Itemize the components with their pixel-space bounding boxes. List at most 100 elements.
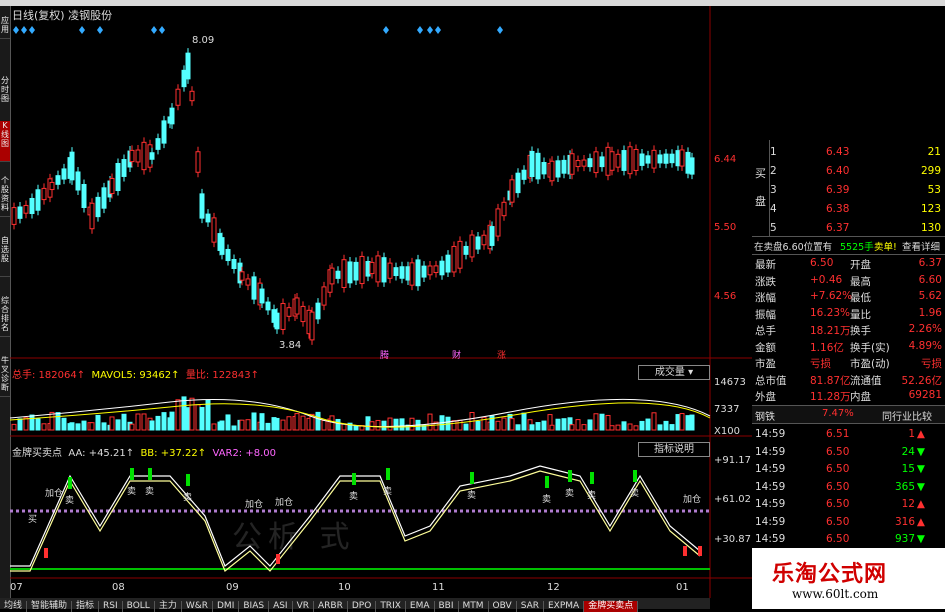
signal-add-2: 加仓 [245, 500, 264, 510]
indicator-tab[interactable]: 智能辅助 [27, 601, 73, 612]
indicator-tab[interactable]: BOLL [123, 601, 155, 612]
event-diamond-icon[interactable] [497, 26, 503, 34]
candle-body [427, 265, 433, 276]
sell-note-button[interactable]: 卖单! [874, 239, 897, 253]
volume-bar [280, 419, 286, 431]
candle-body [315, 302, 321, 320]
event-diamond-icon[interactable] [427, 26, 433, 34]
event-diamond-icon[interactable] [435, 26, 441, 34]
event-label-2[interactable]: 财 [452, 348, 461, 361]
indicator-tab[interactable]: EMA [406, 601, 435, 612]
indicator-tab[interactable]: DMI [213, 601, 240, 612]
quote-row: 市盈 亏损 市盈(动) 亏损 [752, 354, 945, 372]
event-diamond-icon[interactable] [151, 26, 157, 34]
volume-bar [353, 425, 359, 431]
volume-bar [651, 412, 657, 431]
volume-indicator-dropdown[interactable]: 成交量 ▾ [638, 365, 710, 380]
event-diamond-icon[interactable] [383, 26, 389, 34]
industry-bar: 钢铁 7.47% 同行业比较 [752, 405, 945, 424]
volume-bar [251, 412, 257, 431]
indicator-tab[interactable]: EXPMA [544, 601, 585, 612]
side-tab-kline[interactable]: K线图 [0, 121, 10, 162]
indicator-tab[interactable]: 指标 [72, 601, 100, 612]
order-book-row[interactable]: 1 6.43 21 [752, 144, 945, 162]
candle-body [181, 69, 187, 88]
industry-compare-button[interactable]: 同行业比较 [882, 408, 932, 423]
volume-bar [365, 416, 371, 431]
order-book-row[interactable]: 3 6.39 53 [752, 182, 945, 200]
event-diamond-icon[interactable] [21, 26, 27, 34]
indicator-tab[interactable]: ARBR [314, 601, 348, 612]
indicator-tab[interactable]: VR [293, 601, 315, 612]
event-label-3[interactable]: 涨 [497, 348, 506, 361]
indicator-tab[interactable]: TRIX [376, 601, 406, 612]
indicator-tab[interactable]: 主力 [155, 601, 182, 612]
event-diamond-icon[interactable] [159, 26, 165, 34]
kline-chart[interactable]: 卖卖 卖卖卖卖卖卖卖卖卖 [10, 6, 752, 598]
quote-value-1: 6.50 [810, 257, 834, 269]
sell-signal-bar [68, 477, 72, 489]
indicator-tab[interactable]: DPO [348, 601, 377, 612]
sell-signal-bar [352, 473, 356, 485]
candle-body [575, 160, 581, 168]
quote-key-2: 市盈(动) [850, 358, 890, 370]
arrow-up-icon: ▲ [916, 428, 925, 440]
event-diamond-icon[interactable] [97, 26, 103, 34]
indicator-tab[interactable]: BBI [435, 601, 459, 612]
indicator-tab[interactable]: BIAS [239, 601, 270, 612]
quote-row: 金额 1.16亿 换手(实) 4.89% [752, 338, 945, 356]
event-label-1[interactable]: 腾 [380, 348, 389, 361]
volume-bar [633, 425, 639, 431]
sell-signal-bar [545, 476, 549, 488]
sell-signal-bar [148, 468, 152, 480]
arrow-down-icon: ▼ [916, 533, 925, 545]
indicator-tab[interactable]: W&R [182, 601, 213, 612]
candle-body [489, 226, 495, 246]
indicator-tab[interactable]: 均线 [0, 601, 28, 612]
volume-bar [29, 414, 35, 431]
sell-note-detail-button[interactable]: 查看详细 [902, 239, 940, 253]
order-volume: 299 [920, 165, 941, 177]
event-diamond-icon[interactable] [13, 26, 19, 34]
volume-bar [89, 422, 95, 431]
tick-time: 14:59 [755, 533, 786, 545]
candle-body [481, 234, 487, 246]
indicator-tab[interactable]: 金牌买卖点 [584, 601, 639, 612]
volume-bar [561, 418, 567, 431]
volume-bar [575, 419, 581, 431]
indicator-tab[interactable]: SAR [517, 601, 544, 612]
side-tab-profile[interactable]: 个股资料 [0, 176, 10, 217]
side-tab-diagnosis[interactable]: 牛叉诊断 [0, 356, 10, 397]
event-diamond-icon[interactable] [79, 26, 85, 34]
tick-volume: 1 [908, 428, 915, 440]
volume-bar [115, 419, 121, 431]
indicator-help-button[interactable]: 指标说明 [638, 442, 710, 457]
candle-body [463, 245, 469, 255]
indicator-tab[interactable]: ASI [269, 601, 293, 612]
candle-body [35, 189, 41, 211]
side-tab-app[interactable]: 应用 [0, 16, 10, 39]
volume-bar [239, 419, 245, 431]
candle-body [675, 150, 681, 167]
event-diamond-icon[interactable] [29, 26, 35, 34]
order-book-row[interactable]: 4 6.38 123 [752, 201, 945, 219]
candle-body [445, 254, 451, 273]
order-book-row[interactable]: 2 6.40 299 [752, 163, 945, 181]
indicator-tab[interactable]: OBV [489, 601, 517, 612]
order-price: 6.40 [826, 165, 850, 177]
quote-row: 涨跌 +0.46 最高 6.60 [752, 272, 945, 290]
indicator-tab[interactable]: MTM [459, 601, 489, 612]
event-diamond-icon[interactable] [417, 26, 423, 34]
candle-body [561, 159, 567, 174]
side-tab-watchlist[interactable]: 自选股 [0, 236, 10, 277]
side-tab-ranking[interactable]: 综合排名 [0, 296, 10, 337]
volume-bar [55, 412, 61, 431]
side-tab-timeline[interactable]: 分时图 [0, 76, 10, 103]
candle-body [205, 213, 211, 223]
indicator-tab[interactable]: RSI [99, 601, 123, 612]
quote-key-1: 振幅 [755, 308, 776, 321]
indicator-name-label: 金牌买卖点 [12, 448, 62, 459]
volume-dropdown-label: 成交量 [654, 367, 685, 378]
volume-bar [609, 425, 615, 431]
tick-volume: 15 [901, 463, 915, 475]
